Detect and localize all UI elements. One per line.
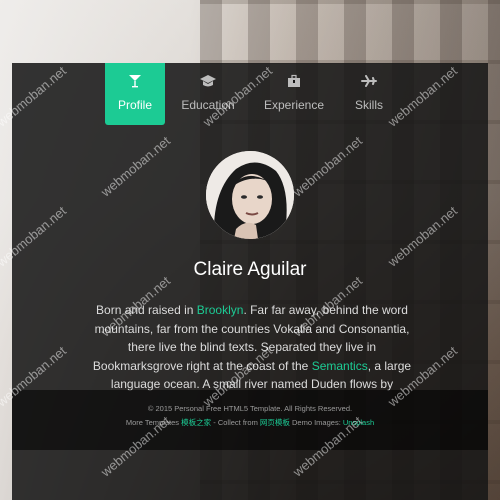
bio-text-1: Born and raised in <box>96 303 197 317</box>
footer-link-unsplash[interactable]: Unsplash <box>343 418 374 427</box>
airplane-icon <box>361 73 377 89</box>
tab-education-label: Education <box>181 98 235 112</box>
bio-link-brooklyn[interactable]: Brooklyn <box>197 303 244 317</box>
footer: © 2015 Personal Free HTML5 Template. All… <box>12 390 488 450</box>
copyright-text: © 2015 Personal Free HTML5 Template. All… <box>147 404 353 413</box>
tab-profile-label: Profile <box>117 98 152 112</box>
bio-link-semantics[interactable]: Semantics <box>312 359 368 373</box>
more-templates-text: More Templates <box>125 418 182 427</box>
tab-skills-label: Skills <box>354 98 383 112</box>
profile-card: Profile Education Experience Skills Clai… <box>12 63 488 500</box>
briefcase-icon <box>287 73 301 89</box>
profile-bio: Born and raised in Brooklyn. Far far awa… <box>84 301 420 394</box>
footer-credits: More Templates 模板之家 - Collect from 网页模板 … <box>12 417 488 428</box>
footer-link-web-templates[interactable]: 网页模板 <box>260 418 290 427</box>
tab-education[interactable]: Education <box>178 63 238 125</box>
tab-bar: Profile Education Experience Skills <box>12 63 488 125</box>
collect-from-text: - Collect from <box>211 418 260 427</box>
avatar <box>206 151 294 239</box>
graduation-cap-icon <box>199 73 217 89</box>
tab-profile[interactable]: Profile <box>105 63 165 125</box>
profile-name: Claire Aguilar <box>193 259 307 280</box>
demo-images-text: Demo Images: <box>289 418 343 427</box>
footer-link-templates[interactable]: 模板之家 <box>181 418 211 427</box>
tab-experience-label: Experience <box>263 98 325 112</box>
tab-experience[interactable]: Experience <box>264 63 324 125</box>
tab-skills[interactable]: Skills <box>339 63 399 125</box>
cocktail-icon <box>128 73 142 89</box>
